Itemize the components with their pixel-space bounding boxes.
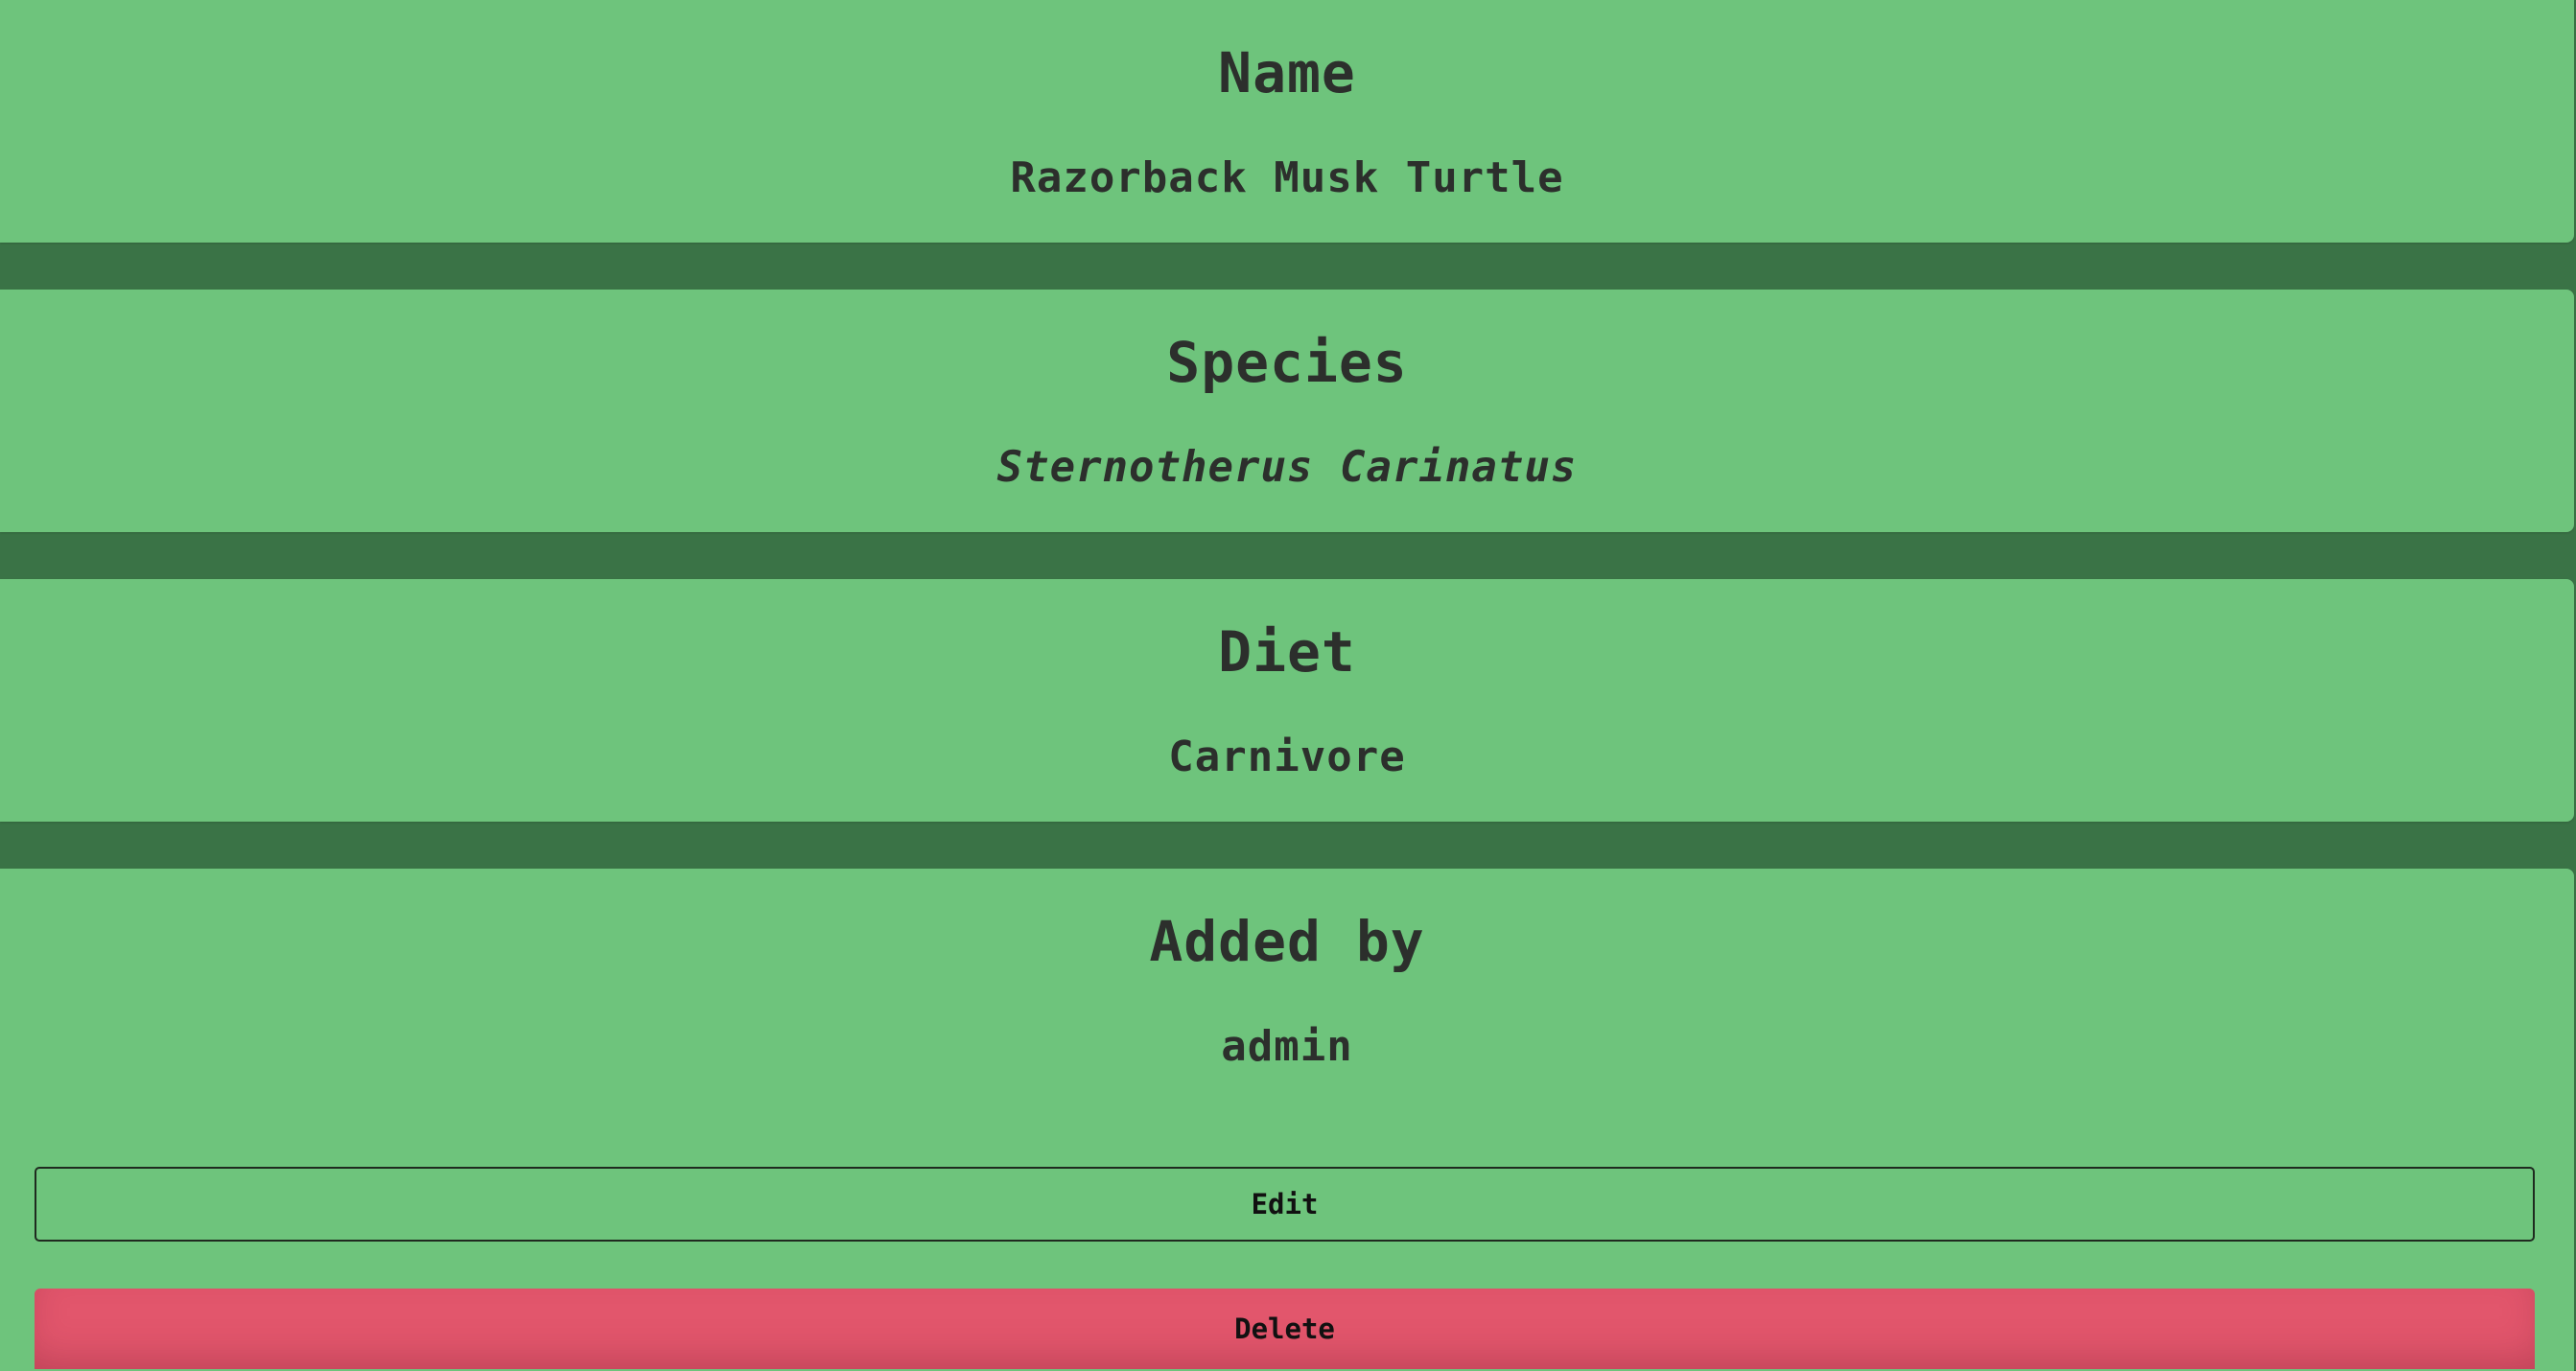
- species-value: Sternotherus Carinatus: [996, 443, 1578, 492]
- added-by-value: admin: [1221, 1022, 1353, 1071]
- diet-heading: Diet: [1218, 619, 1356, 685]
- species-card: Species Sternotherus Carinatus: [0, 290, 2574, 532]
- name-value: Razorback Musk Turtle: [1010, 153, 1564, 202]
- diet-value: Carnivore: [1168, 732, 1406, 781]
- name-card: Name Razorback Musk Turtle: [0, 0, 2574, 243]
- edit-button[interactable]: Edit: [35, 1167, 2535, 1242]
- diet-card: Diet Carnivore: [0, 579, 2574, 822]
- added-by-card: Added by admin Edit Delete: [0, 869, 2574, 1371]
- species-heading: Species: [1166, 330, 1408, 395]
- delete-button[interactable]: Delete: [35, 1289, 2535, 1369]
- added-by-heading: Added by: [1149, 909, 1425, 974]
- name-heading: Name: [1218, 40, 1356, 105]
